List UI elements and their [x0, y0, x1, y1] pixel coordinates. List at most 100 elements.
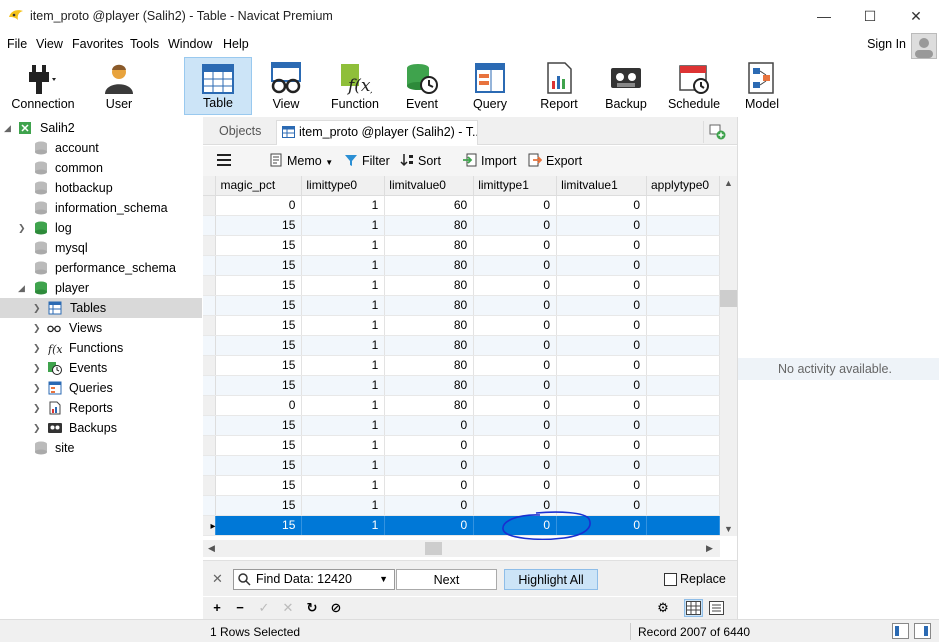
table-cell[interactable]: 80	[384, 235, 475, 256]
table-cell[interactable]: 0	[473, 335, 558, 356]
tree-db-common[interactable]: common	[0, 158, 202, 178]
table-row[interactable]: 15 1 0 0 0	[203, 435, 720, 456]
row-header[interactable]	[203, 295, 217, 316]
tree-db-mysql[interactable]: mysql	[0, 238, 202, 258]
table-row[interactable]: 15 1 80 0 0	[203, 355, 720, 376]
table-cell[interactable]: 0	[556, 475, 647, 496]
table-cell[interactable]: 80	[384, 255, 475, 276]
table-cell[interactable]: 0	[556, 215, 647, 236]
refresh-button[interactable]: ↻	[304, 600, 320, 616]
collapse-arrow-icon[interactable]: ◢	[4, 123, 11, 134]
table-cell[interactable]: 0	[556, 255, 647, 276]
table-row[interactable]: 15 1 80 0 0	[203, 235, 720, 256]
tree-player-events[interactable]: ❯ Events	[0, 358, 202, 378]
table-cell[interactable]	[646, 355, 720, 376]
table-cell[interactable]: 0	[473, 435, 558, 456]
table-row[interactable]: 15 1 0 0 0	[203, 475, 720, 496]
query-button[interactable]: Query	[462, 57, 518, 115]
tab-objects[interactable]: Objects	[211, 121, 273, 143]
table-cell[interactable]: 80	[384, 375, 475, 396]
table-cell[interactable]	[646, 255, 720, 276]
tree-player-reports[interactable]: ❯ Reports	[0, 398, 202, 418]
table-cell[interactable]: 80	[384, 395, 475, 416]
table-cell[interactable]: 0	[556, 455, 647, 476]
table-row[interactable]: 15 1 0 0 0	[203, 495, 720, 516]
expand-arrow-icon[interactable]: ❯	[33, 363, 41, 374]
table-cell[interactable]: 80	[384, 215, 475, 236]
row-header[interactable]	[203, 435, 217, 456]
table-cell[interactable]	[646, 195, 720, 216]
table-cell[interactable]: 1	[301, 375, 386, 396]
column-header[interactable]: limittype1	[473, 176, 558, 196]
table-cell[interactable]: 15	[215, 475, 303, 496]
table-cell[interactable]: 0	[384, 515, 475, 536]
table-cell[interactable]: 1	[301, 335, 386, 356]
table-cell[interactable]: 0	[556, 295, 647, 316]
tree-player-tables[interactable]: ❯ Tables	[0, 298, 202, 318]
table-cell[interactable]: 0	[556, 395, 647, 416]
table-row[interactable]: 15 1 0 0 0	[203, 415, 720, 436]
table-cell[interactable]: 15	[215, 515, 303, 536]
add-record-button[interactable]: +	[209, 600, 225, 616]
table-cell[interactable]: 0	[384, 475, 475, 496]
row-header[interactable]	[203, 275, 217, 296]
table-cell[interactable]	[646, 335, 720, 356]
row-header[interactable]	[203, 195, 217, 216]
collapse-arrow-icon[interactable]: ◢	[18, 283, 25, 294]
memo-button[interactable]: Memo ▼	[269, 153, 333, 171]
row-header[interactable]	[203, 255, 217, 276]
tree-player-queries[interactable]: ❯ Queries	[0, 378, 202, 398]
table-cell[interactable]: 80	[384, 275, 475, 296]
table-row[interactable]: ▸ 15 1 0 0 0	[203, 515, 720, 536]
table-cell[interactable]: 0	[215, 195, 303, 216]
model-button[interactable]: Model	[734, 57, 790, 115]
find-next-button[interactable]: Next	[396, 569, 497, 590]
table-cell[interactable]: 1	[301, 355, 386, 376]
table-cell[interactable]: 80	[384, 335, 475, 356]
table-cell[interactable]: 1	[301, 475, 386, 496]
hamburger-menu-button[interactable]	[216, 153, 232, 171]
table-cell[interactable]: 0	[556, 335, 647, 356]
expand-arrow-icon[interactable]: ❯	[33, 383, 41, 394]
table-cell[interactable]	[646, 495, 720, 516]
table-cell[interactable]: 0	[556, 415, 647, 436]
table-cell[interactable]	[646, 275, 720, 296]
table-cell[interactable]	[646, 395, 720, 416]
expand-arrow-icon[interactable]: ❯	[18, 223, 26, 234]
highlight-all-button[interactable]: Highlight All	[504, 569, 598, 590]
table-cell[interactable]: 0	[384, 495, 475, 516]
menu-help[interactable]: Help	[223, 37, 249, 51]
table-cell[interactable]: 1	[301, 495, 386, 516]
table-row[interactable]: 15 1 80 0 0	[203, 295, 720, 316]
table-cell[interactable]: 0	[473, 415, 558, 436]
table-cell[interactable]: 1	[301, 235, 386, 256]
row-header[interactable]	[203, 215, 217, 236]
horizontal-scrollbar[interactable]: ◀ ▶	[203, 540, 720, 557]
table-cell[interactable]: 1	[301, 415, 386, 436]
table-cell[interactable]: 15	[215, 295, 303, 316]
tree-db-site[interactable]: site	[0, 438, 202, 458]
table-cell[interactable]: 0	[473, 455, 558, 476]
table-cell[interactable]: 0	[473, 395, 558, 416]
table-cell[interactable]: 15	[215, 455, 303, 476]
expand-arrow-icon[interactable]: ❯	[33, 323, 41, 334]
tree-db-hotbackup[interactable]: hotbackup	[0, 178, 202, 198]
close-find-icon[interactable]: ✕	[212, 571, 223, 587]
table-cell[interactable]: 15	[215, 355, 303, 376]
table-cell[interactable]: 0	[556, 495, 647, 516]
table-cell[interactable]: 15	[215, 335, 303, 356]
table-cell[interactable]: 0	[473, 295, 558, 316]
table-row[interactable]: 15 1 0 0 0	[203, 455, 720, 476]
delete-record-button[interactable]: −	[232, 600, 248, 616]
table-cell[interactable]: 0	[556, 435, 647, 456]
tree-db-log[interactable]: ❯ log	[0, 218, 202, 238]
table-row[interactable]: 15 1 80 0 0	[203, 335, 720, 356]
table-cell[interactable]: 0	[473, 495, 558, 516]
expand-arrow-icon[interactable]: ❯	[33, 303, 41, 314]
table-row[interactable]: 15 1 80 0 0	[203, 375, 720, 396]
table-cell[interactable]: 1	[301, 435, 386, 456]
function-button[interactable]: f(x) Function	[322, 57, 388, 115]
view-button[interactable]: View	[256, 57, 316, 115]
tree-db-player[interactable]: ◢ player	[0, 278, 202, 298]
data-grid[interactable]: magic_pct limittype0 limitvalue0 limitty…	[203, 176, 720, 536]
